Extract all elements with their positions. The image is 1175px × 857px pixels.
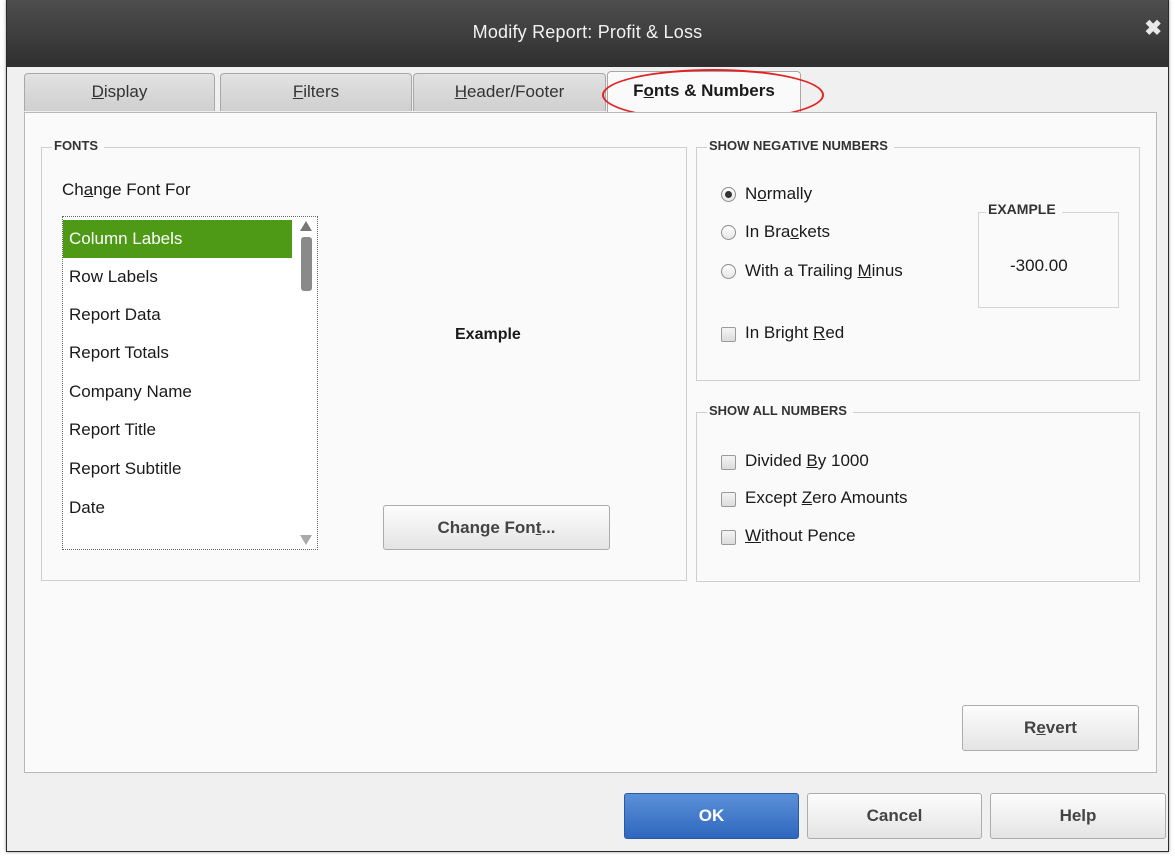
checkbox-divided-by-1000-label[interactable]: Divided By 1000	[745, 451, 869, 471]
tab-label-accel: H	[454, 82, 467, 101]
list-item-company-name[interactable]: Company Name	[63, 373, 292, 411]
option-accel: W	[745, 526, 762, 545]
list-item-row-labels[interactable]: Row Labels	[63, 258, 292, 296]
tab-fonts-numbers[interactable]: Fonts & Numbers	[607, 71, 801, 113]
list-item-date[interactable]: Date	[63, 489, 292, 527]
ok-button[interactable]: OK	[624, 793, 799, 839]
listbox-scrollbar[interactable]	[297, 217, 317, 549]
radio-trailing-minus[interactable]	[721, 264, 736, 279]
option-text: ed	[825, 323, 845, 342]
option-text: With a Trailing	[745, 261, 858, 280]
list-item-column-labels[interactable]: Column Labels	[63, 220, 292, 258]
tab-label: ilters	[303, 82, 340, 101]
checkbox-divided-by-1000[interactable]	[721, 455, 736, 470]
list-item-report-subtitle[interactable]: Report Subtitle	[63, 450, 292, 488]
tab-label-accel: F	[292, 82, 304, 101]
option-text: rmally	[766, 184, 813, 203]
negative-numbers-group-title: SHOW NEGATIVE NUMBERS	[707, 138, 894, 153]
radio-normally[interactable]	[721, 187, 736, 202]
example-box-title: EXAMPLE	[986, 201, 1062, 217]
tab-filters[interactable]: Filters	[220, 73, 412, 111]
checkbox-except-zero-label[interactable]: Except Zero Amounts	[745, 488, 908, 508]
tab-display[interactable]: Display	[24, 73, 215, 111]
scroll-down-icon[interactable]	[300, 535, 312, 545]
radio-normally-label[interactable]: Normally	[745, 184, 812, 204]
option-accel: M	[857, 261, 872, 280]
label-text: nge Font For	[93, 180, 191, 199]
button-label-accel: e	[1036, 718, 1046, 737]
fonts-group-title: FONTS	[52, 138, 105, 153]
list-item-report-title[interactable]: Report Title	[63, 411, 292, 449]
help-button[interactable]: Help	[990, 793, 1166, 839]
radio-in-brackets-label[interactable]: In Brackets	[745, 222, 830, 242]
checkbox-bright-red-label[interactable]: In Bright Red	[745, 323, 844, 343]
button-label: Change Fon	[437, 518, 536, 537]
list-item-report-data[interactable]: Report Data	[63, 296, 292, 334]
label-accel: a	[83, 180, 94, 199]
option-text: ero Amounts	[812, 488, 908, 507]
radio-in-brackets[interactable]	[721, 225, 736, 240]
tab-label-accel: D	[91, 82, 104, 101]
tab-label: isplay	[103, 82, 148, 101]
option-text: In Bright	[745, 323, 814, 342]
change-font-for-label: Change Font For	[62, 180, 191, 200]
tab-label: F	[633, 81, 644, 100]
negative-example-value: -300.00	[1010, 256, 1068, 275]
tab-label: eader/Footer	[466, 82, 565, 101]
font-example-label: Example	[455, 326, 521, 343]
button-label: R	[1024, 718, 1037, 737]
title-bar[interactable]: Modify Report: Profit & Loss ✖	[7, 0, 1168, 67]
font-target-listbox[interactable]: Column Labels Row Labels Report Data Rep…	[62, 216, 318, 550]
cancel-button[interactable]: Cancel	[807, 793, 982, 839]
option-accel: o	[757, 184, 767, 203]
revert-button[interactable]: Revert	[962, 705, 1139, 751]
list-item-report-totals[interactable]: Report Totals	[63, 334, 292, 372]
checkbox-without-pence-label[interactable]: Without Pence	[745, 526, 856, 546]
button-label: vert	[1045, 718, 1077, 737]
close-icon[interactable]: ✖	[1144, 18, 1162, 39]
option-text: Divided	[745, 451, 807, 470]
tab-label-accel: o	[643, 81, 654, 100]
change-font-button[interactable]: Change Font...	[383, 505, 610, 550]
checkbox-except-zero[interactable]	[721, 492, 736, 507]
option-accel: c	[790, 222, 799, 241]
option-accel: B	[806, 451, 818, 470]
button-label: ...	[541, 518, 556, 537]
scroll-up-icon[interactable]	[300, 221, 312, 231]
option-accel: R	[813, 323, 826, 342]
option-text: y 1000	[817, 451, 869, 470]
checkbox-without-pence[interactable]	[721, 530, 736, 545]
label-text: Ch	[62, 180, 84, 199]
option-text: In Bra	[745, 222, 791, 241]
option-text: N	[745, 184, 758, 203]
radio-trailing-minus-label[interactable]: With a Trailing Minus	[745, 261, 903, 281]
tab-header-footer[interactable]: Header/Footer	[413, 73, 606, 111]
all-numbers-group-title: SHOW ALL NUMBERS	[707, 403, 853, 418]
dialog-title: Modify Report: Profit & Loss	[472, 22, 703, 42]
option-text: kets	[798, 222, 831, 241]
option-text: inus	[871, 261, 903, 280]
option-text: Except	[745, 488, 802, 507]
option-accel: Z	[801, 488, 813, 507]
scroll-thumb[interactable]	[301, 237, 312, 291]
checkbox-bright-red[interactable]	[721, 327, 736, 342]
option-text: ithout Pence	[761, 526, 856, 545]
tab-label: nts & Numbers	[653, 81, 775, 100]
modify-report-dialog: Modify Report: Profit & Loss ✖ Display F…	[6, 0, 1169, 852]
